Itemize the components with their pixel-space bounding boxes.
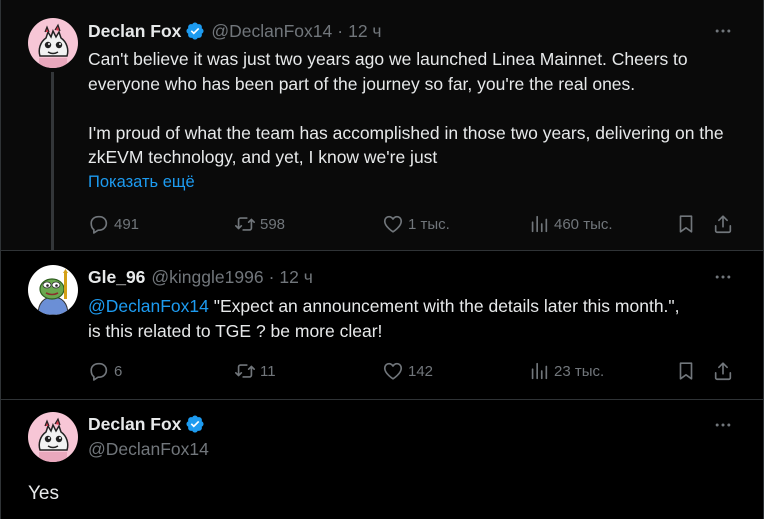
views-button[interactable]: 23 тыс.: [528, 360, 604, 382]
bookmark-icon: [675, 360, 697, 382]
retweet-count: 11: [260, 362, 276, 380]
tweet-focused[interactable]: Declan Fox @DeclanFox14 Yes: [1, 400, 763, 519]
timestamp[interactable]: 12 ч: [348, 21, 381, 42]
author-name[interactable]: Declan Fox: [88, 414, 181, 435]
author-name[interactable]: Gle_96: [88, 267, 145, 288]
tweet-text: Can't believe it was just two years ago …: [88, 47, 739, 194]
reply-button[interactable]: 6: [88, 360, 122, 382]
tweet-reply[interactable]: Gle_96 @kinggle1996 · 12 ч @DeclanFox14 …: [1, 251, 763, 399]
tweet-header: Gle_96 @kinggle1996 · 12 ч: [88, 265, 313, 289]
retweet-button[interactable]: 598: [234, 213, 285, 235]
like-count: 142: [408, 362, 434, 380]
share-icon: [712, 213, 734, 235]
avatar[interactable]: [28, 412, 78, 462]
views-count: 23 тыс.: [554, 362, 605, 380]
avatar[interactable]: [28, 265, 78, 315]
reply-button[interactable]: 491: [88, 213, 139, 235]
share-button[interactable]: [712, 360, 734, 382]
author-handle[interactable]: @DeclanFox14: [211, 21, 332, 42]
tweet-thread: Declan Fox @DeclanFox14 · 12 ч Can't bel…: [0, 0, 764, 519]
retweet-count: 598: [260, 215, 286, 233]
share-button[interactable]: [712, 213, 734, 235]
like-button[interactable]: 1 тыс.: [382, 213, 450, 235]
like-button[interactable]: 142: [382, 360, 433, 382]
tweet-actions: 491 598 1 тыс. 460 тыс.: [88, 213, 733, 237]
like-icon: [382, 213, 404, 235]
tweet-text-line: is this related to TGE ? be more clear!: [88, 320, 383, 341]
retweet-button[interactable]: 11: [234, 360, 276, 382]
tweet-header-handle: @DeclanFox14: [88, 437, 209, 461]
tweet-text-line: "Expect an announcement with the details…: [208, 296, 680, 316]
timestamp[interactable]: 12 ч: [279, 267, 312, 288]
author-handle[interactable]: @kinggle1996: [151, 267, 263, 288]
views-icon: [528, 360, 550, 382]
tweet-text: @DeclanFox14 "Expect an announcement wit…: [88, 294, 739, 343]
tweet-header: Declan Fox @DeclanFox14 · 12 ч: [88, 19, 382, 43]
retweet-icon: [234, 360, 256, 382]
avatar[interactable]: [28, 18, 78, 68]
like-count: 1 тыс.: [408, 215, 450, 233]
bookmark-button[interactable]: [675, 213, 697, 235]
tweet-actions: 6 11 142 23 тыс.: [88, 360, 733, 384]
separator-dot: ·: [268, 266, 275, 287]
reply-count: 6: [114, 362, 123, 380]
views-icon: [528, 213, 550, 235]
tweet-header: Declan Fox: [88, 412, 211, 436]
views-count: 460 тыс.: [554, 215, 613, 233]
like-icon: [382, 360, 404, 382]
tweet-text: Yes: [28, 483, 59, 504]
author-handle[interactable]: @DeclanFox14: [88, 439, 209, 460]
author-name[interactable]: Declan Fox: [88, 21, 181, 42]
share-icon: [712, 360, 734, 382]
reply-count: 491: [114, 215, 140, 233]
thread-connector-line: [51, 72, 54, 252]
more-icon[interactable]: [713, 21, 733, 41]
verified-badge-icon: [185, 414, 205, 434]
tweet-paragraph: I'm proud of what the team has accomplis…: [88, 122, 724, 168]
tweet-main[interactable]: Declan Fox @DeclanFox14 · 12 ч Can't bel…: [1, 0, 763, 252]
retweet-icon: [234, 213, 256, 235]
bookmark-button[interactable]: [675, 360, 697, 382]
verified-badge-icon: [185, 21, 205, 41]
bookmark-icon: [675, 213, 697, 235]
show-more-link[interactable]: Показать ещё: [88, 170, 739, 195]
mention-link[interactable]: @DeclanFox14: [88, 296, 209, 316]
reply-icon: [88, 360, 110, 382]
tweet-paragraph: Can't believe it was just two years ago …: [88, 49, 688, 94]
views-button[interactable]: 460 тыс.: [528, 213, 613, 235]
more-icon[interactable]: [713, 415, 733, 435]
more-icon[interactable]: [713, 267, 733, 287]
reply-icon: [88, 213, 110, 235]
separator-dot: ·: [337, 20, 344, 41]
